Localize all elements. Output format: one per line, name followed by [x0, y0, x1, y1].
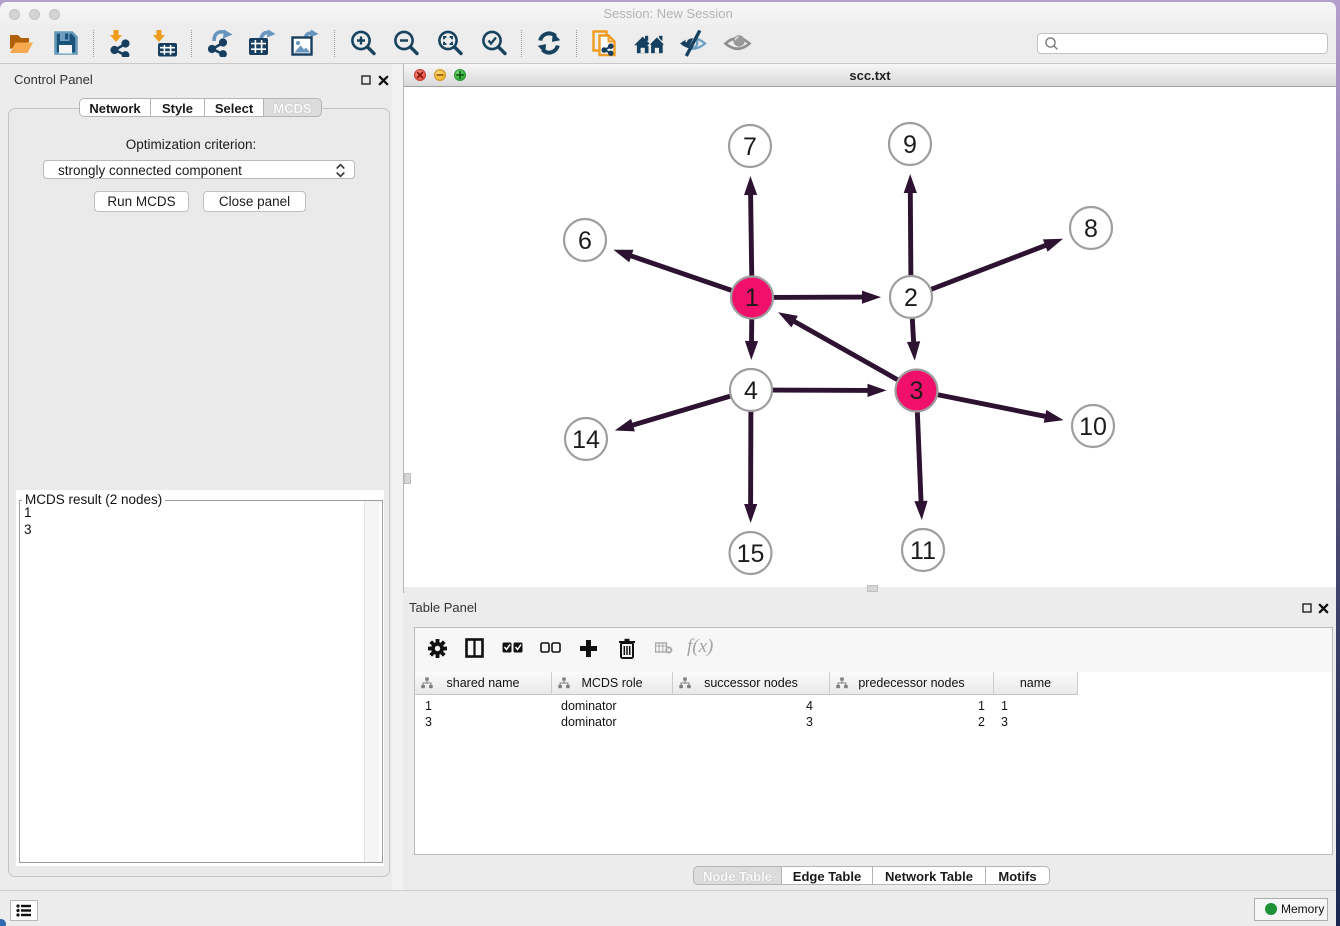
svg-text:7: 7 [743, 133, 757, 161]
svg-text:14: 14 [572, 426, 600, 454]
svg-text:9: 9 [903, 131, 917, 159]
svg-text:2: 2 [904, 284, 918, 312]
svg-text:4: 4 [744, 377, 758, 405]
svg-text:8: 8 [1084, 215, 1098, 243]
svg-text:11: 11 [910, 537, 936, 565]
svg-text:6: 6 [578, 227, 592, 255]
svg-text:1: 1 [745, 284, 759, 312]
svg-text:3: 3 [910, 377, 924, 405]
svg-text:15: 15 [737, 540, 765, 568]
svg-text:10: 10 [1079, 413, 1107, 441]
